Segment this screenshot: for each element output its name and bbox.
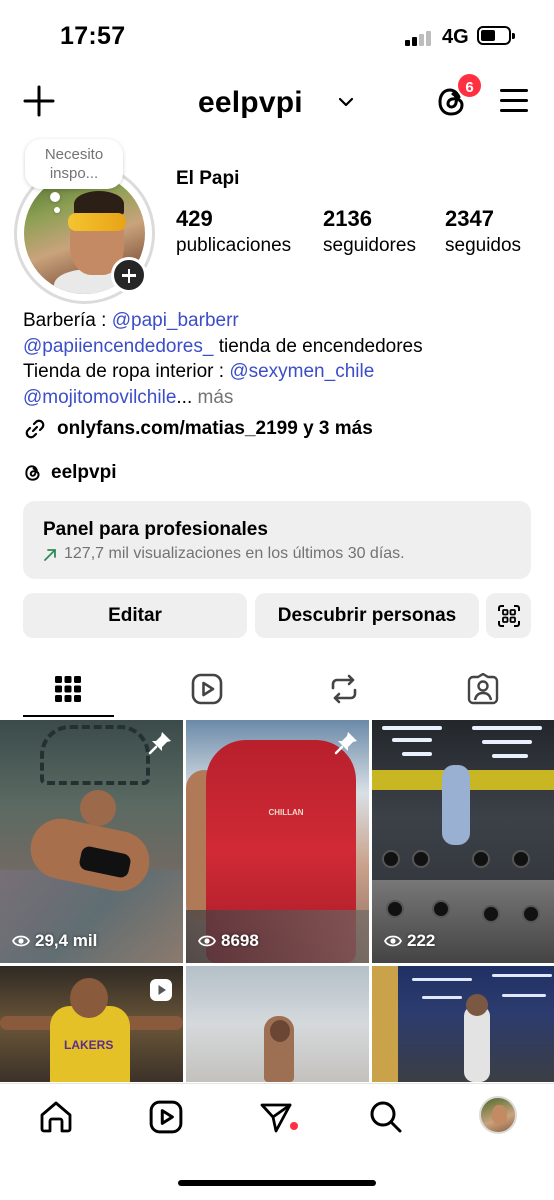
nav-home[interactable] <box>36 1097 76 1137</box>
full-name: El Papi <box>176 168 240 189</box>
eye-icon <box>198 935 216 947</box>
reel-badge-icon <box>150 979 172 1001</box>
post-thumbnail[interactable] <box>186 966 369 1082</box>
post-thumbnail[interactable]: LAKERS <box>0 966 183 1082</box>
bio-text: Barbería : <box>23 310 112 331</box>
bio-link[interactable]: onlyfans.com/matias_2199 y 3 más <box>23 416 373 442</box>
note-line2: inspo... <box>49 165 99 182</box>
bio-mention[interactable]: @sexymen_chile <box>229 361 374 382</box>
stat-value: 2136 <box>323 206 372 231</box>
home-icon <box>40 1101 72 1133</box>
posts-grid: 29,4 mil CHILLAN 8698 222 LAKERS <box>0 720 554 1082</box>
search-icon <box>370 1101 402 1133</box>
post-views: 222 <box>384 931 435 951</box>
post-views-count: 8698 <box>221 931 259 950</box>
stat-label: seguidos <box>445 235 522 256</box>
tab-tagged[interactable] <box>438 664 528 714</box>
reels-icon <box>191 673 223 705</box>
panel-title: Panel para profesionales <box>43 519 268 540</box>
nav-reels[interactable] <box>146 1097 186 1137</box>
profile-note[interactable]: Necesito inspo... <box>25 139 123 189</box>
bio-ellipsis: ... <box>176 386 193 408</box>
stat-label: seguidores <box>323 235 416 256</box>
pin-icon <box>148 732 171 755</box>
post-thumbnail[interactable] <box>372 966 554 1082</box>
bio: Barbería : @papi_barberr @papiiencendedo… <box>23 308 543 410</box>
bio-text: tienda de encendedores <box>213 335 423 357</box>
messages-icon <box>260 1103 292 1133</box>
stat-following[interactable]: 2347 seguidos <box>445 206 521 257</box>
eye-icon <box>12 935 30 947</box>
home-indicator <box>178 1180 376 1186</box>
status-time: 17:57 <box>60 22 126 50</box>
post-views: 29,4 mil <box>12 931 97 951</box>
notification-badge: 6 <box>456 72 483 99</box>
stat-followers[interactable]: 2136 seguidores <box>323 206 416 257</box>
link-icon <box>25 419 45 439</box>
stat-label: publicaciones <box>176 235 292 256</box>
plus-icon[interactable] <box>22 84 56 118</box>
panel-subtitle-text: 127,7 mil visualizaciones en los últimos… <box>64 545 405 562</box>
post-views-count: 222 <box>407 931 436 950</box>
professional-dashboard[interactable]: Panel para profesionales 127,7 mil visua… <box>23 501 531 579</box>
trend-up-icon <box>44 548 56 561</box>
add-story-icon[interactable] <box>111 257 147 293</box>
stat-posts[interactable]: 429 publicaciones <box>176 206 291 257</box>
threads-handle: eelpvpi <box>51 462 117 483</box>
battery-icon <box>477 26 515 45</box>
nav-messages[interactable] <box>256 1097 296 1137</box>
post-views: 8698 <box>198 931 259 951</box>
reposts-icon <box>331 674 357 704</box>
messages-notification-dot <box>290 1122 298 1130</box>
bio-more-link[interactable]: más <box>192 387 234 408</box>
chevron-down-icon[interactable] <box>338 94 354 110</box>
signal-icon <box>405 30 435 46</box>
header-username[interactable]: eelpvpi <box>198 86 303 120</box>
menu-icon[interactable] <box>500 88 530 114</box>
profile-header: eelpvpi 6 <box>0 72 554 128</box>
tagged-icon <box>467 673 499 705</box>
pin-icon <box>334 732 357 755</box>
bio-text: Tienda de ropa interior : <box>23 361 230 382</box>
note-line1: Necesito <box>44 146 104 163</box>
stat-value: 429 <box>176 206 213 231</box>
bio-mention[interactable]: @mojitomovilchile <box>23 387 176 408</box>
active-tab-indicator <box>23 715 114 717</box>
eye-icon <box>384 935 402 947</box>
tab-grid[interactable] <box>23 664 113 714</box>
threads-icon <box>25 465 40 481</box>
status-bar: 17:57 4G <box>0 0 554 72</box>
profile-tabs <box>0 664 554 718</box>
panel-subtitle: 127,7 mil visualizaciones en los últimos… <box>43 545 405 563</box>
stat-value: 2347 <box>445 206 494 231</box>
post-views-count: 29,4 mil <box>35 931 98 950</box>
nav-search[interactable] <box>366 1097 406 1137</box>
bio-mention[interactable]: @papi_barberr <box>112 310 239 331</box>
post-thumbnail[interactable]: CHILLAN 8698 <box>186 720 369 963</box>
threads-profile-link[interactable]: eelpvpi <box>23 460 116 486</box>
tab-reels[interactable] <box>162 664 252 714</box>
grid-icon <box>55 676 81 702</box>
nav-profile-avatar[interactable] <box>479 1096 517 1134</box>
reels-icon <box>149 1100 183 1134</box>
bio-mention[interactable]: @papiiencendedores_ <box>23 336 213 357</box>
qr-code-icon <box>497 604 520 627</box>
qr-code-button[interactable] <box>486 593 531 638</box>
post-thumbnail[interactable]: 29,4 mil <box>0 720 183 963</box>
tab-reposts[interactable] <box>299 664 389 714</box>
network-type: 4G <box>442 26 469 48</box>
bio-link-text[interactable]: onlyfans.com/matias_2199 y 3 más <box>57 418 373 440</box>
discover-people-button[interactable]: Descubrir personas <box>255 593 479 638</box>
edit-profile-button[interactable]: Editar <box>23 593 247 638</box>
post-thumbnail[interactable]: 222 <box>372 720 554 963</box>
